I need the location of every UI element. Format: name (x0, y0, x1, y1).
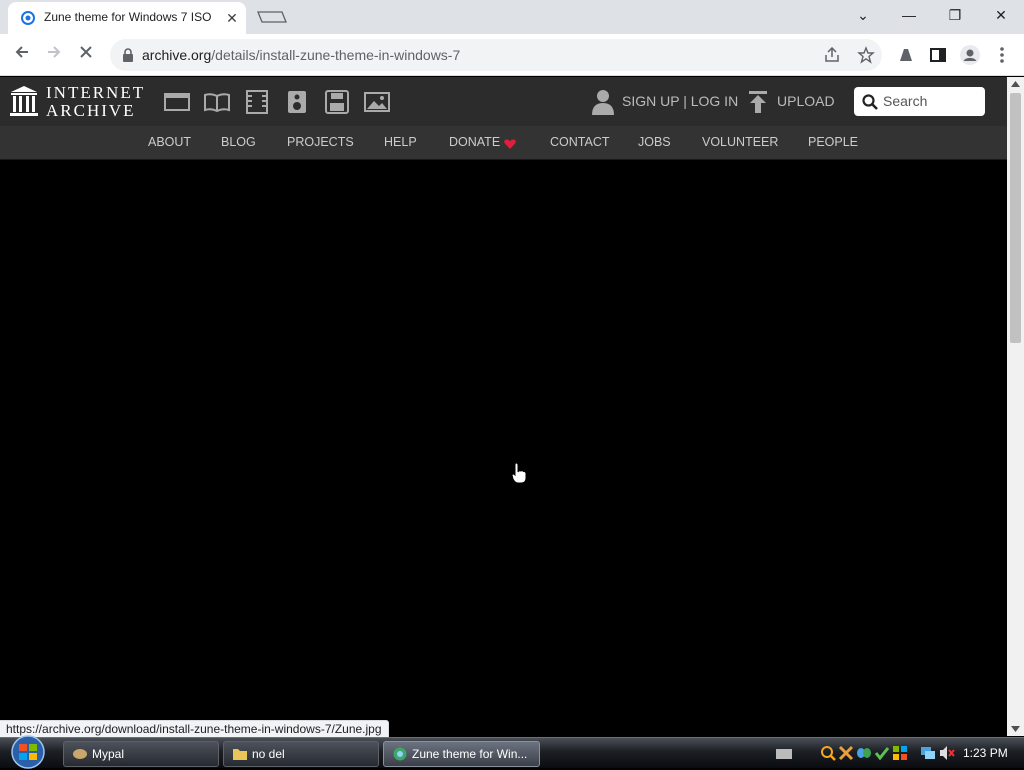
more-menu-icon[interactable] (996, 46, 1008, 64)
butterfly-tray-icon[interactable] (856, 745, 872, 761)
restore-button[interactable]: ❐ (935, 3, 975, 27)
search-input[interactable]: Search (854, 87, 985, 116)
nav-about[interactable]: ABOUT (148, 135, 191, 149)
task-label: Mypal (92, 747, 125, 761)
url-text[interactable]: archive.org/details/install-zune-theme-i… (142, 47, 460, 63)
logo-text-archive[interactable]: ARCHIVE (46, 101, 136, 121)
scroll-down-arrow-icon[interactable] (1011, 726, 1020, 732)
nav-contact[interactable]: CONTACT (550, 135, 610, 149)
new-tab-button[interactable] (256, 9, 288, 25)
browser-tab[interactable]: Zune theme for Windows 7 ISO ✕ (8, 2, 246, 34)
back-button[interactable] (10, 43, 34, 67)
heart-icon[interactable] (504, 139, 516, 149)
taskbar-item-zune-theme[interactable]: Zune theme for Win... (383, 741, 540, 767)
url-host: archive.org (142, 47, 212, 63)
loading-favicon-icon (21, 11, 35, 25)
page-viewport: INTERNET ARCHIVE SIGN UP | LOG IN UPLOAD… (0, 77, 1007, 720)
start-button[interactable] (6, 734, 50, 770)
nav-donate[interactable]: DONATE (449, 135, 500, 149)
video-icon[interactable] (244, 90, 270, 114)
link-status-bubble: https://archive.org/download/install-zun… (0, 720, 389, 738)
vertical-scrollbar[interactable] (1007, 77, 1024, 736)
url-path: /details/install-zune-theme-in-windows-7 (211, 47, 461, 63)
network-tray-icon[interactable] (920, 745, 936, 761)
taskbar-clock[interactable]: 1:23 PM (963, 746, 1008, 760)
back-arrow-icon (15, 46, 28, 58)
tab-strip: Zune theme for Windows 7 ISO ✕ ⌄ — ❐ ✕ (0, 0, 1024, 34)
volume-muted-icon[interactable] (939, 745, 955, 761)
scrollbar-thumb[interactable] (1010, 93, 1021, 343)
check-tray-icon[interactable] (874, 745, 890, 761)
internet-archive-logo-icon[interactable] (10, 85, 38, 117)
nav-jobs[interactable]: JOBS (638, 135, 671, 149)
stop-x-icon (80, 46, 92, 58)
tools-tray-icon[interactable] (838, 745, 854, 761)
mypal-app-icon (73, 749, 87, 759)
texts-icon[interactable] (204, 90, 230, 114)
web-icon[interactable] (164, 90, 190, 114)
search-icon (862, 94, 878, 110)
software-icon[interactable] (324, 90, 350, 114)
tab-title: Zune theme for Windows 7 ISO (44, 10, 212, 24)
grid-tray-icon[interactable] (892, 745, 908, 761)
share-icon[interactable] (824, 47, 840, 63)
audio-icon[interactable] (284, 90, 310, 114)
user-icon[interactable] (592, 89, 614, 115)
tab-close-icon[interactable]: ✕ (224, 10, 240, 26)
browser-toolbar: archive.org/details/install-zune-theme-i… (0, 34, 1024, 76)
scroll-up-arrow-icon[interactable] (1011, 81, 1020, 87)
browser-app-icon (393, 747, 407, 761)
upload-icon[interactable] (748, 91, 768, 113)
ia-top-bar: INTERNET ARCHIVE SIGN UP | LOG IN UPLOAD… (0, 77, 1007, 126)
close-window-button[interactable]: ✕ (981, 3, 1021, 27)
nav-projects[interactable]: PROJECTS (287, 135, 354, 149)
image-viewer-area[interactable] (0, 161, 1007, 720)
nav-blog[interactable]: BLOG (221, 135, 256, 149)
nav-people[interactable]: PEOPLE (808, 135, 858, 149)
tab-search-icon[interactable]: ⌄ (843, 3, 883, 27)
upload-link[interactable]: UPLOAD (777, 93, 835, 109)
keyboard-icon[interactable] (776, 748, 792, 760)
ia-nav-bar: ABOUT BLOG PROJECTS HELP DONATE CONTACT … (0, 126, 1007, 160)
extensions-icon[interactable] (897, 46, 915, 64)
search-tray-icon[interactable] (820, 745, 836, 761)
task-label: Zune theme for Win... (412, 747, 528, 761)
task-label: no del (252, 747, 285, 761)
address-bar[interactable]: archive.org/details/install-zune-theme-i… (110, 39, 882, 71)
taskbar-item-mypal[interactable]: Mypal (63, 741, 219, 767)
forward-arrow-icon (48, 46, 61, 58)
nav-volunteer[interactable]: VOLUNTEER (702, 135, 778, 149)
minimize-button[interactable]: — (889, 3, 929, 27)
signup-login-link[interactable]: SIGN UP | LOG IN (622, 93, 738, 109)
lock-icon[interactable] (122, 48, 134, 62)
bookmark-star-icon[interactable] (857, 46, 875, 64)
side-panel-icon[interactable] (929, 46, 947, 64)
logo-text-internet[interactable]: INTERNET (46, 83, 145, 103)
images-icon[interactable] (364, 90, 390, 114)
search-placeholder: Search (883, 93, 928, 109)
hand-cursor-icon (511, 462, 527, 484)
folder-icon (233, 749, 247, 760)
nav-help[interactable]: HELP (384, 135, 417, 149)
taskbar-item-no-del[interactable]: no del (223, 741, 379, 767)
forward-button[interactable] (42, 43, 66, 67)
profile-avatar-icon[interactable] (959, 44, 981, 66)
windows-taskbar: Mypal no del Zune theme for Win... 1:23 … (0, 734, 1024, 770)
stop-button[interactable] (74, 43, 98, 67)
